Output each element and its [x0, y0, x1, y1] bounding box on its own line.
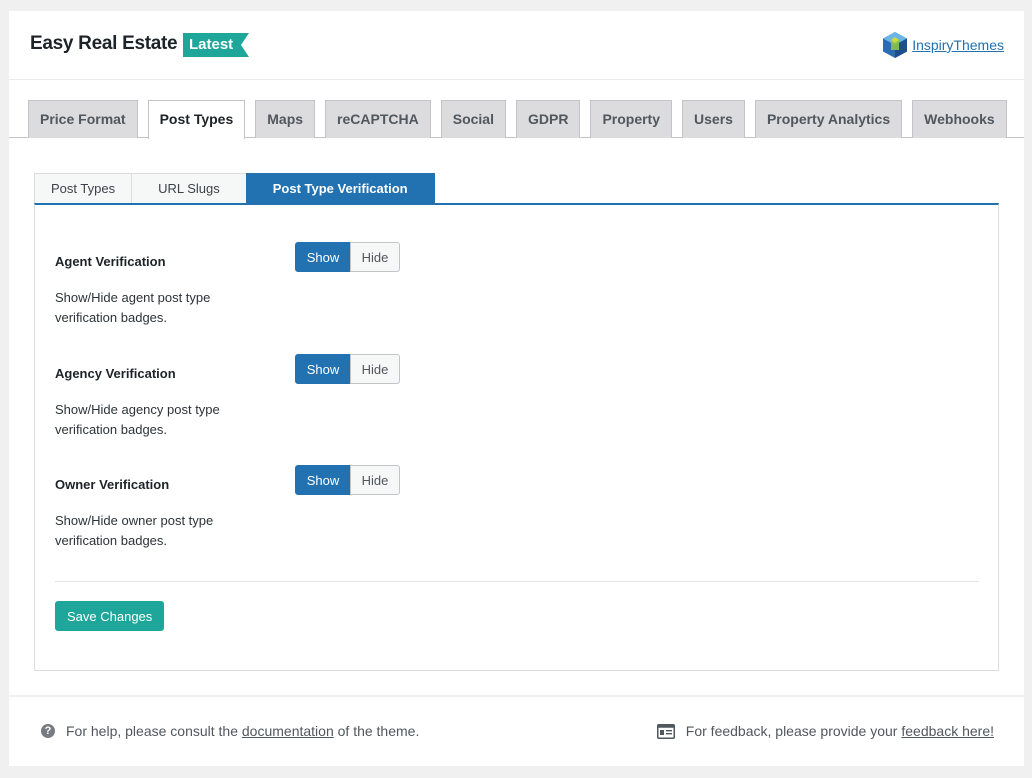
tab-users[interactable]: Users: [682, 100, 745, 138]
settings-panel: Easy Real Estate Latest InspiryThemes Pr…: [9, 11, 1024, 695]
header: Easy Real Estate Latest InspiryThemes: [9, 11, 1024, 80]
show-hide-toggle: Show Hide: [295, 465, 400, 495]
main-tabs: Price Format Post Types Maps reCAPTCHA S…: [28, 100, 1007, 139]
help-text: For help, please consult the documentati…: [66, 723, 419, 739]
tab-property[interactable]: Property: [590, 100, 673, 138]
setting-label: Owner Verification: [55, 477, 170, 492]
footer: ? For help, please consult the documenta…: [9, 697, 1024, 766]
help-icon: ?: [41, 724, 55, 738]
setting-description: Show/Hide agent post type verification b…: [55, 290, 211, 325]
help-note: ? For help, please consult the documenta…: [41, 723, 419, 739]
inspiry-logo-icon: [883, 32, 908, 58]
feedback-prefix: For feedback, please provide your: [685, 723, 898, 739]
subtab-url-slugs[interactable]: URL Slugs: [131, 173, 247, 203]
setting-agent-verification: Agent Verification Show/Hide agent post …: [55, 242, 400, 325]
tab-webhooks[interactable]: Webhooks: [912, 100, 1007, 138]
hide-button[interactable]: Hide: [350, 242, 400, 272]
app-title: Easy Real Estate: [30, 33, 178, 54]
version-badge: Latest: [183, 33, 250, 57]
tab-price-format[interactable]: Price Format: [28, 100, 138, 138]
tab-gdpr[interactable]: GDPR: [515, 100, 581, 138]
feedback-icon: [656, 723, 675, 739]
show-hide-toggle: Show Hide: [295, 242, 400, 272]
show-button[interactable]: Show: [295, 465, 351, 495]
show-hide-toggle: Show Hide: [295, 354, 400, 384]
feedback-note: For feedback, please provide your feedba…: [656, 723, 994, 739]
feedback-text: For feedback, please provide your feedba…: [686, 723, 994, 739]
sub-tabs: Post Types URL Slugs Post Type Verificat…: [34, 173, 435, 203]
setting-owner-verification: Owner Verification Show/Hide owner post …: [55, 465, 400, 548]
hide-button[interactable]: Hide: [350, 465, 400, 495]
brand: InspiryThemes: [882, 31, 1004, 59]
inspirythemes-link[interactable]: InspiryThemes: [912, 37, 1004, 53]
tab-social[interactable]: Social: [440, 100, 506, 138]
tab-recaptcha[interactable]: reCAPTCHA: [325, 100, 431, 138]
feedback-link[interactable]: feedback here!: [901, 723, 994, 739]
documentation-link[interactable]: documentation: [242, 723, 334, 739]
setting-agency-verification: Agency Verification Show/Hide agency pos…: [55, 354, 400, 437]
hide-button[interactable]: Hide: [350, 354, 400, 384]
setting-label: Agency Verification: [55, 366, 176, 381]
tab-post-types[interactable]: Post Types: [147, 100, 246, 139]
subtab-post-type-verification[interactable]: Post Type Verification: [245, 173, 435, 203]
show-button[interactable]: Show: [295, 242, 351, 272]
divider: [55, 581, 979, 582]
save-changes-button[interactable]: Save Changes: [55, 601, 165, 631]
tab-property-analytics[interactable]: Property Analytics: [754, 100, 903, 138]
setting-description: Show/Hide agency post type verification …: [55, 402, 220, 437]
help-prefix: For help, please consult the: [66, 723, 238, 739]
show-button[interactable]: Show: [295, 354, 351, 384]
settings-content: Agent Verification Show/Hide agent post …: [34, 203, 999, 671]
setting-description: Show/Hide owner post type verification b…: [55, 513, 214, 548]
tab-maps[interactable]: Maps: [255, 100, 316, 138]
setting-label: Agent Verification: [55, 254, 166, 269]
subtab-post-types[interactable]: Post Types: [34, 173, 133, 203]
help-suffix: of the theme.: [337, 723, 420, 739]
